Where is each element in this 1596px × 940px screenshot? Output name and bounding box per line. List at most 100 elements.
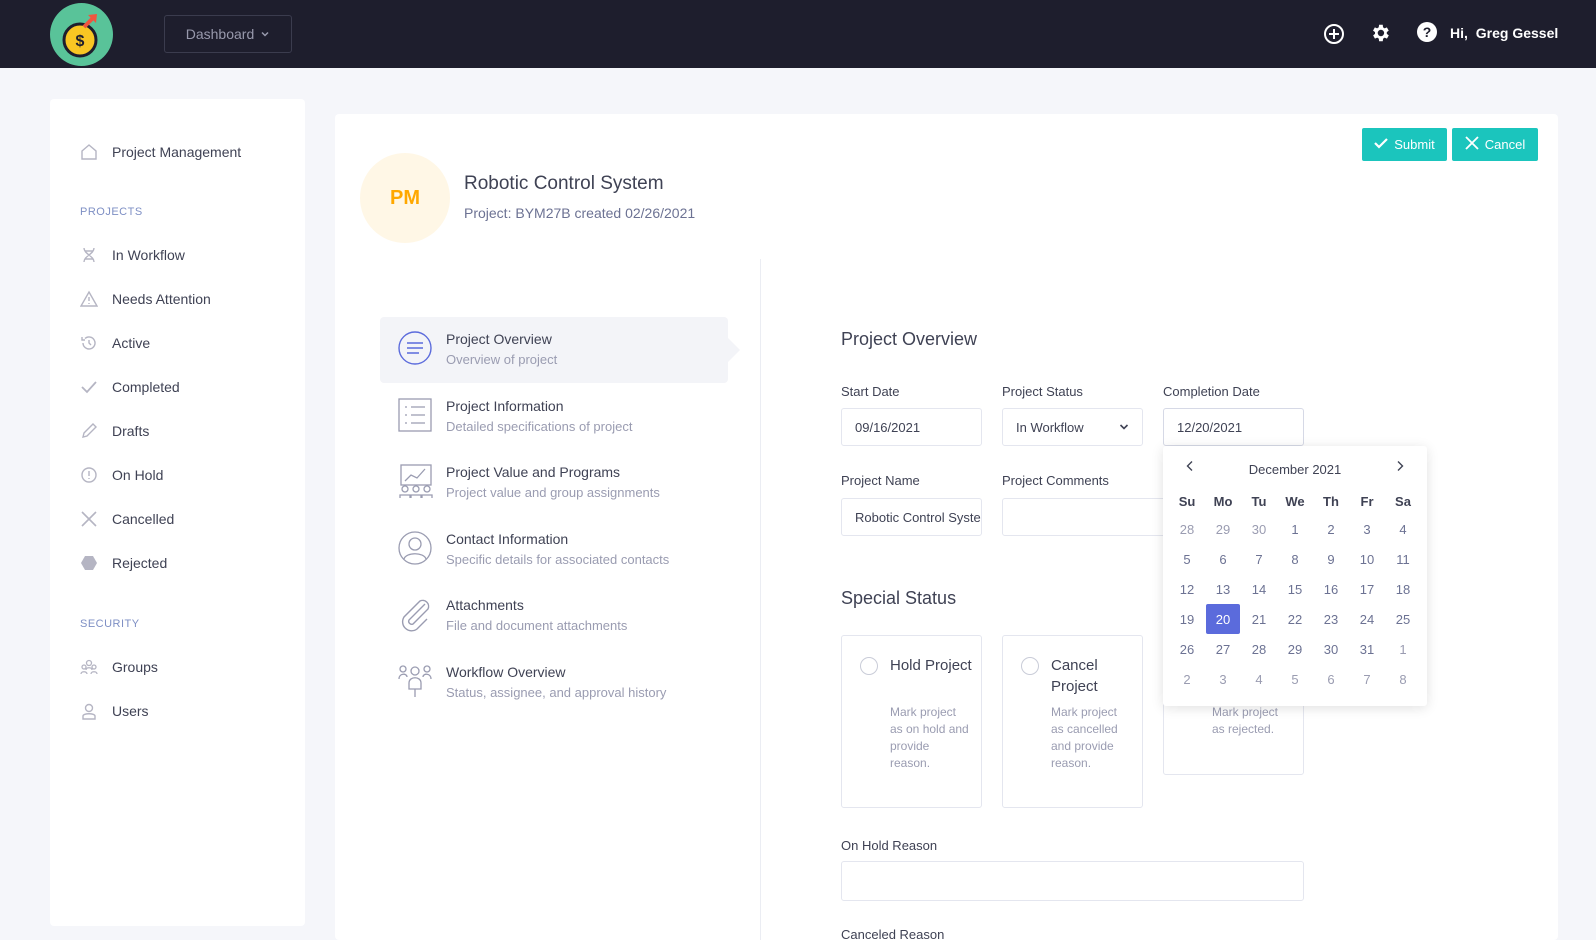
calendar-day[interactable]: 10 (1350, 544, 1384, 574)
sidebar-item-rejected[interactable]: Rejected (80, 551, 167, 575)
next-month-button[interactable] (1388, 456, 1412, 480)
svg-text:?: ? (1423, 24, 1432, 40)
gear-icon[interactable] (1368, 21, 1392, 45)
calendar-day[interactable]: 6 (1206, 544, 1240, 574)
calendar-day[interactable]: 31 (1350, 634, 1384, 664)
calendar-day[interactable]: 1 (1278, 514, 1312, 544)
calendar-day[interactable]: 22 (1278, 604, 1312, 634)
cancel-project-radio[interactable] (1021, 657, 1039, 675)
dashboard-dropdown[interactable]: Dashboard (164, 15, 292, 53)
calendar-day[interactable]: 14 (1242, 574, 1276, 604)
calendar-day[interactable]: 1 (1386, 634, 1420, 664)
sidebar-item-label: Users (112, 703, 149, 719)
calendar-day[interactable]: 12 (1170, 574, 1204, 604)
cancel-button[interactable]: Cancel (1452, 128, 1538, 161)
calendar-day[interactable]: 9 (1314, 544, 1348, 574)
hold-project-option[interactable]: Hold Project Mark project as on hold and… (841, 635, 982, 808)
sidebar-item-in-workflow[interactable]: In Workflow (80, 243, 185, 267)
calendar-day[interactable]: 8 (1386, 664, 1420, 694)
calendar-day[interactable]: 3 (1350, 514, 1384, 544)
top-navbar: $ Dashboard ? Hi, Greg Gessel (0, 0, 1596, 68)
calendar-weekday: Fr (1360, 493, 1374, 509)
on-hold-reason-input[interactable] (841, 861, 1304, 901)
project-name-input[interactable]: Robotic Control System (841, 498, 982, 536)
sidebar-item-active[interactable]: Active (80, 331, 150, 355)
user-greeting[interactable]: Hi, Greg Gessel (1450, 25, 1558, 41)
project-status-label: Project Status (1002, 384, 1083, 399)
calendar-weekday: Tu (1251, 493, 1267, 509)
sidebar-item-users[interactable]: Users (80, 699, 149, 723)
close-icon (1465, 136, 1479, 153)
plus-circle-icon[interactable] (1322, 22, 1346, 46)
submit-button-label: Submit (1394, 137, 1435, 152)
calendar-day[interactable]: 2 (1314, 514, 1348, 544)
sidebar-item-project-management[interactable]: Project Management (80, 140, 241, 164)
sidebar-item-drafts[interactable]: Drafts (80, 419, 149, 443)
step-contact-information[interactable]: Contact Information Specific details for… (380, 517, 728, 583)
app-logo[interactable]: $ (50, 3, 113, 66)
calendar-day[interactable]: 29 (1206, 514, 1240, 544)
calendar-day[interactable]: 26 (1170, 634, 1204, 664)
calendar-day[interactable]: 5 (1278, 664, 1312, 694)
status-option-title: Hold Project (890, 657, 972, 674)
submit-button[interactable]: Submit (1362, 128, 1447, 161)
calendar-day-selected[interactable]: 20 (1206, 604, 1240, 634)
step-project-overview[interactable]: Project Overview Overview of project (380, 317, 740, 383)
pause-circle-icon (80, 466, 98, 484)
step-title: Workflow Overview (446, 664, 566, 680)
calendar-day[interactable]: 5 (1170, 544, 1204, 574)
calendar-day[interactable]: 30 (1314, 634, 1348, 664)
on-hold-reason-label: On Hold Reason (841, 838, 938, 853)
calendar-day[interactable]: 4 (1386, 514, 1420, 544)
calendar-day[interactable]: 2 (1170, 664, 1204, 694)
sidebar-item-groups[interactable]: Groups (80, 655, 158, 679)
step-workflow-overview[interactable]: Workflow Overview Status, assignee, and … (380, 650, 728, 716)
step-attachments[interactable]: Attachments File and document attachment… (380, 583, 728, 649)
calendar-day[interactable]: 29 (1278, 634, 1312, 664)
calendar-weekday: Th (1323, 493, 1339, 509)
calendar-day[interactable]: 4 (1242, 664, 1276, 694)
help-icon[interactable]: ? (1415, 20, 1439, 44)
step-title: Contact Information (446, 531, 569, 547)
calendar-day[interactable]: 30 (1242, 514, 1276, 544)
step-project-value[interactable]: Project Value and Programs Project value… (380, 450, 728, 516)
completion-date-input[interactable]: 12/20/2021 (1163, 408, 1304, 446)
sidebar-item-label: Active (112, 335, 151, 351)
hold-project-radio[interactable] (860, 657, 878, 675)
projects-section-heading: PROJECTS (80, 206, 143, 218)
calendar-day[interactable]: 24 (1350, 604, 1384, 634)
calendar-day[interactable]: 6 (1314, 664, 1348, 694)
calendar-day[interactable]: 25 (1386, 604, 1420, 634)
start-date-input[interactable]: 09/16/2021 (841, 408, 982, 446)
calendar-day[interactable]: 15 (1278, 574, 1312, 604)
sidebar-item-label: Completed (112, 379, 180, 395)
calendar-day[interactable]: 19 (1170, 604, 1204, 634)
calendar-day[interactable]: 7 (1350, 664, 1384, 694)
cancel-project-option[interactable]: Cancel Project Mark project as cancelled… (1002, 635, 1143, 808)
sidebar-item-cancelled[interactable]: Cancelled (80, 507, 174, 531)
calendar-day[interactable]: 28 (1170, 514, 1204, 544)
calendar-day[interactable]: 11 (1386, 544, 1420, 574)
step-description: Specific details for associated contacts (446, 552, 670, 567)
dna-icon (80, 246, 98, 264)
sidebar-item-needs-attention[interactable]: Needs Attention (80, 287, 211, 311)
hexagon-icon (80, 554, 98, 572)
calendar-day[interactable]: 17 (1350, 574, 1384, 604)
calendar-day[interactable]: 21 (1242, 604, 1276, 634)
sidebar-item-on-hold[interactable]: On Hold (80, 463, 163, 487)
calendar-day[interactable]: 28 (1242, 634, 1276, 664)
calendar-day[interactable]: 7 (1242, 544, 1276, 574)
calendar-day[interactable]: 8 (1278, 544, 1312, 574)
calendar-day[interactable]: 3 (1206, 664, 1240, 694)
step-project-information[interactable]: Project Information Detailed specificati… (380, 384, 728, 450)
project-status-select[interactable]: In Workflow (1002, 408, 1143, 446)
calendar-day[interactable]: 16 (1314, 574, 1348, 604)
start-date-label: Start Date (841, 384, 900, 399)
sidebar-item-completed[interactable]: Completed (80, 375, 180, 399)
calendar-day[interactable]: 27 (1206, 634, 1240, 664)
step-title: Project Value and Programs (446, 464, 621, 480)
step-description: Overview of project (446, 352, 558, 367)
calendar-day[interactable]: 13 (1206, 574, 1240, 604)
calendar-day[interactable]: 23 (1314, 604, 1348, 634)
calendar-day[interactable]: 18 (1386, 574, 1420, 604)
